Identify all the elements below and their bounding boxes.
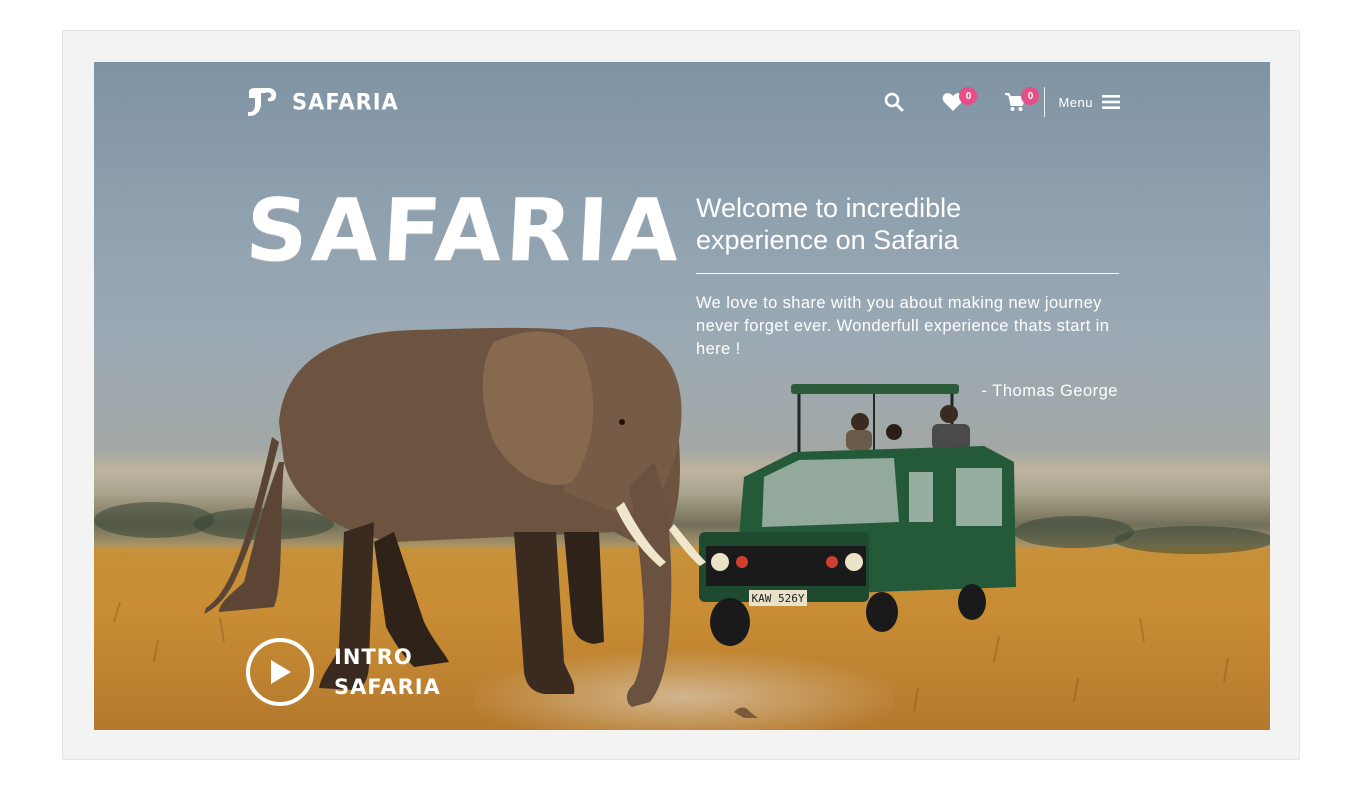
cart-button[interactable]: 0 <box>1002 87 1040 115</box>
cart-count-badge: 0 <box>1021 87 1040 105</box>
wishlist-button[interactable]: 0 <box>940 87 978 115</box>
logo-text: SAFARIA <box>292 89 399 115</box>
quote-author: - Thomas George <box>981 382 1118 400</box>
play-icon <box>271 660 291 684</box>
intro-video-button[interactable]: INTRO SAFARIA <box>246 638 444 706</box>
hero-description: We love to share with you about making n… <box>696 294 1110 358</box>
hero-banner: KAW 526Y SAFARIA 0 0 Menu SAFARIA Welcom… <box>94 62 1270 730</box>
wishlist-count-badge: 0 <box>959 87 978 105</box>
search-button[interactable] <box>881 89 907 115</box>
search-icon <box>885 92 904 112</box>
logo[interactable]: SAFARIA <box>246 86 399 118</box>
hamburger-icon <box>1102 95 1120 109</box>
header-nav: 0 0 Menu <box>881 86 1120 118</box>
hero-title: SAFARIA <box>243 181 686 281</box>
intro-label: INTRO SAFARIA <box>334 645 441 699</box>
menu-label: Menu <box>1058 94 1093 110</box>
welcome-heading: Welcome to incredible experience on Safa… <box>696 193 962 255</box>
license-plate: KAW 526Y <box>752 592 805 605</box>
play-button[interactable] <box>246 638 314 706</box>
elephant-logo-icon <box>248 88 277 116</box>
nav-divider <box>1044 87 1046 117</box>
menu-button[interactable]: Menu <box>1058 94 1120 110</box>
divider-line <box>696 273 1119 274</box>
safari-jeep: KAW 526Y <box>699 384 1016 646</box>
